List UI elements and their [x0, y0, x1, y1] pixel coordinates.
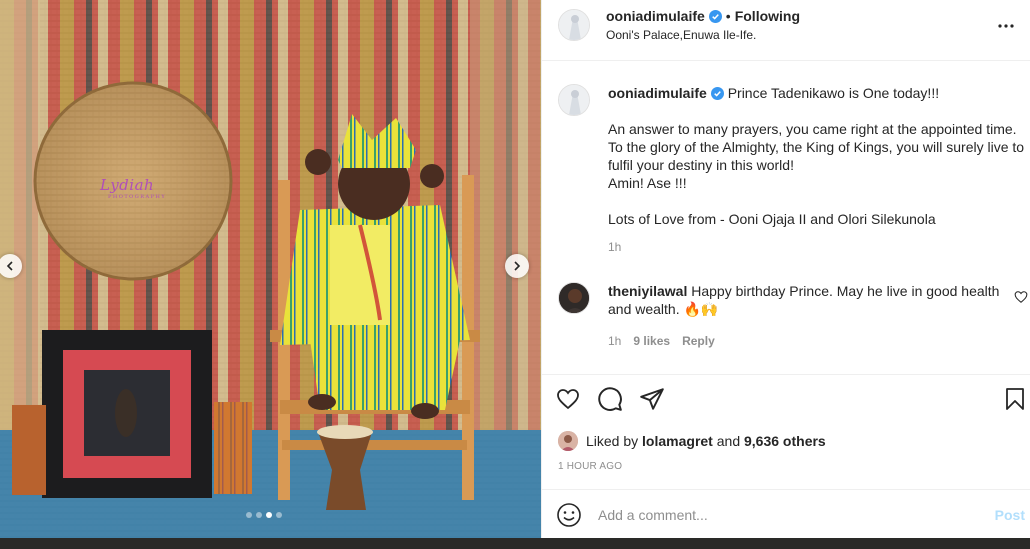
caption-paragraph: An answer to many prayers, you came righ…	[608, 121, 1025, 173]
bookmark-icon	[1006, 388, 1024, 410]
comment-text-row: theniyilawal Happy birthday Prince. May …	[608, 282, 1013, 318]
author-username[interactable]: ooniadimulaife	[606, 8, 705, 24]
liked-by-prefix: Liked by	[586, 433, 639, 449]
action-icons	[554, 385, 666, 413]
header-separator: •	[725, 8, 731, 24]
reply-button[interactable]: Reply	[682, 334, 715, 348]
post-comment-button[interactable]: Post	[995, 507, 1025, 523]
chevron-right-icon	[514, 261, 521, 271]
carousel-dot	[266, 512, 272, 518]
caption-timestamp: 1h	[608, 240, 622, 254]
add-comment-bar: Post	[542, 489, 1030, 538]
likes-count[interactable]: 9,636 others	[744, 433, 826, 449]
comment-timestamp: 1h	[608, 334, 622, 348]
liker-username[interactable]: lolamagret	[642, 433, 713, 449]
save-button[interactable]	[1001, 385, 1029, 413]
paper-plane-icon	[640, 388, 664, 410]
comment-meta: 1h 9 likes Reply	[608, 334, 715, 348]
commenter-username[interactable]: theniyilawal	[608, 283, 687, 299]
carousel-dot	[246, 512, 252, 518]
post-header: ooniadimulaife • Following Ooni's Palace…	[542, 0, 1030, 61]
photographer-watermark: Lydiah PHOTOGRAPHY	[100, 176, 167, 200]
carousel-indicator	[246, 512, 282, 518]
post-location[interactable]: Ooni's Palace,Enuwa Ile-Ife.	[606, 28, 756, 42]
verified-badge-icon	[708, 9, 722, 23]
add-comment-input[interactable]	[598, 502, 978, 528]
like-comment-heart-icon[interactable]	[1014, 290, 1028, 304]
next-slide-button[interactable]	[505, 254, 529, 278]
chevron-left-icon	[6, 261, 13, 271]
comment-button[interactable]	[596, 385, 624, 413]
emoji-icon[interactable]	[556, 502, 582, 528]
caption-signoff: Lots of Love from - Ooni Ojaja II and Ol…	[608, 211, 936, 227]
post-photo	[0, 0, 541, 538]
caption-author-avatar[interactable]	[558, 84, 590, 116]
share-button[interactable]	[638, 385, 666, 413]
post-media[interactable]: Lydiah PHOTOGRAPHY	[0, 0, 541, 538]
more-options-icon	[998, 24, 1014, 28]
post-time-ago[interactable]: 1 HOUR AGO	[558, 461, 622, 472]
carousel-dot	[256, 512, 262, 518]
commenter-avatar[interactable]	[558, 282, 590, 314]
speech-bubble-icon	[598, 387, 622, 411]
likes-summary: Liked by lolamagret and 9,636 others	[558, 431, 826, 451]
caption-text: ooniadimulaife Prince Tadenikawo is One …	[608, 84, 1028, 228]
post-actions: Liked by lolamagret and 9,636 others 1 H…	[542, 374, 1030, 489]
like-button[interactable]	[554, 385, 582, 413]
post-details-panel: ooniadimulaife • Following Ooni's Palace…	[541, 0, 1030, 538]
more-options-button[interactable]	[994, 14, 1018, 38]
carousel-dot	[276, 512, 282, 518]
caption-first-line: Prince Tadenikawo is One today!!!	[727, 85, 940, 101]
liker-avatar[interactable]	[558, 431, 578, 451]
caption-amen: Amin! Ase !!!	[608, 175, 687, 191]
author-row: ooniadimulaife • Following	[606, 8, 800, 24]
author-avatar[interactable]	[558, 9, 590, 41]
heart-icon	[557, 389, 579, 410]
comments-section[interactable]: ooniadimulaife Prince Tadenikawo is One …	[542, 62, 1030, 374]
caption-username[interactable]: ooniadimulaife	[608, 85, 707, 101]
following-button[interactable]: Following	[735, 8, 800, 24]
liked-by-connector: and	[716, 433, 741, 449]
comment-likes[interactable]: 9 likes	[633, 334, 670, 348]
background-strip	[0, 538, 1030, 549]
verified-badge-icon	[710, 87, 724, 100]
